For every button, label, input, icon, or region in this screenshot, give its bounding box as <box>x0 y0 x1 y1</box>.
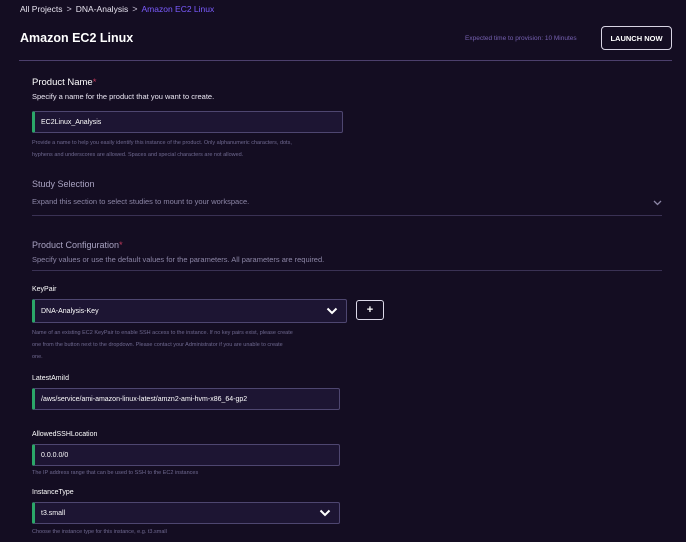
allowed-ssh-input[interactable]: 0.0.0.0/0 <box>32 444 340 466</box>
study-selection-description: Expand this section to select studies to… <box>32 197 250 206</box>
keypair-value: DNA-Analysis-Key <box>41 307 99 315</box>
product-configuration-description: Specify values or use the default values… <box>32 255 325 264</box>
breadcrumb-separator: > <box>132 4 138 14</box>
instance-type-value: t3.small <box>41 509 66 517</box>
product-name-value: EC2Linux_Analysis <box>41 118 102 126</box>
allowed-ssh-help: The IP address range that can be used to… <box>32 470 199 476</box>
plus-icon: + <box>366 304 374 316</box>
keypair-select[interactable]: DNA-Analysis-Key <box>32 299 347 323</box>
page-title: Amazon EC2 Linux <box>20 31 134 45</box>
chevron-down-icon <box>326 307 338 315</box>
product-configuration-title-text: Product Configuration <box>32 240 120 250</box>
chevron-down-icon[interactable] <box>653 200 662 206</box>
allowed-ssh-label: AllowedSSHLocation <box>32 431 98 438</box>
product-name-help-line: Provide a name to help you easily identi… <box>32 140 292 146</box>
chevron-down-icon <box>319 509 331 517</box>
breadcrumb-current: Amazon EC2 Linux <box>141 4 215 14</box>
breadcrumb-separator: > <box>66 4 72 14</box>
required-mark: * <box>92 77 97 88</box>
allowed-ssh-value: 0.0.0.0/0 <box>41 451 69 459</box>
study-selection-divider <box>32 215 662 216</box>
latest-ami-value: /aws/service/ami-amazon-linux-latest/amz… <box>41 395 248 403</box>
keypair-help: Name of an existing EC2 KeyPair to enabl… <box>32 327 293 363</box>
add-keypair-button[interactable]: + <box>356 300 384 320</box>
latest-ami-label: LatestAmiId <box>32 375 69 382</box>
product-name-title: Product Name* <box>32 77 96 88</box>
provision-time-text: Expected time to provision: 10 Minutes <box>465 35 577 42</box>
keypair-help-line: one from the button next to the dropdown… <box>32 342 283 348</box>
breadcrumb: All Projects > DNA-Analysis > Amazon EC2… <box>20 4 214 14</box>
required-mark: * <box>119 240 123 250</box>
breadcrumb-dna-analysis[interactable]: DNA-Analysis <box>76 4 128 14</box>
instance-type-help: Choose the instance type for this instan… <box>32 529 167 535</box>
instance-type-label: InstanceType <box>32 489 74 496</box>
product-name-help-line: hyphens and underscores are allowed. Spa… <box>32 152 244 158</box>
latest-ami-input[interactable]: /aws/service/ami-amazon-linux-latest/amz… <box>32 388 340 410</box>
study-selection-title[interactable]: Study Selection <box>32 179 95 189</box>
product-name-title-text: Product Name <box>32 77 93 88</box>
product-name-input[interactable]: EC2Linux_Analysis <box>32 111 343 133</box>
keypair-label: KeyPair <box>32 286 57 293</box>
keypair-help-line: Name of an existing EC2 KeyPair to enabl… <box>32 330 293 336</box>
header-divider <box>19 60 672 61</box>
instance-type-select[interactable]: t3.small <box>32 502 340 524</box>
keypair-help-line: one. <box>32 354 43 360</box>
product-configuration-divider <box>32 270 662 271</box>
product-name-description: Specify a name for the product that you … <box>32 92 215 101</box>
breadcrumb-all-projects[interactable]: All Projects <box>20 4 63 14</box>
product-configuration-title: Product Configuration* <box>32 240 123 250</box>
product-name-help: Provide a name to help you easily identi… <box>32 137 292 161</box>
launch-now-button[interactable]: LAUNCH NOW <box>601 26 672 50</box>
